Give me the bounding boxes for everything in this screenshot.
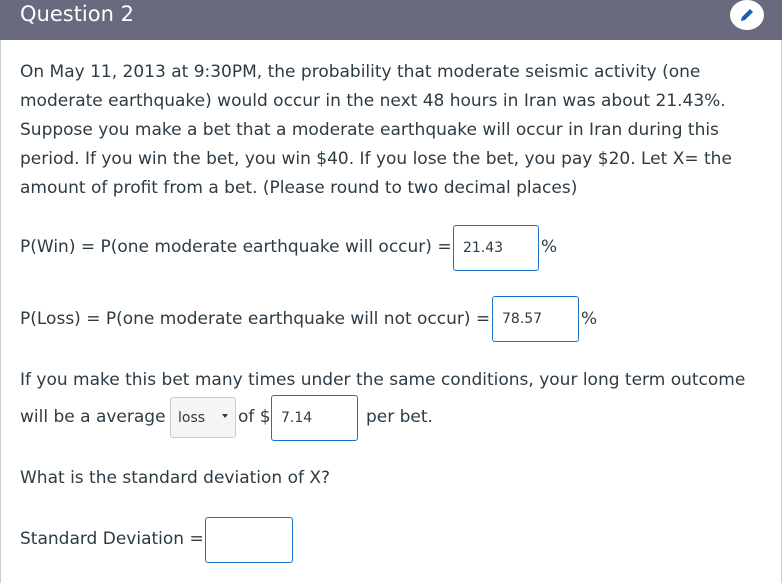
p-win-input[interactable]: 21.43 [453,225,539,271]
sd-question: What is the standard deviation of X? [20,468,331,488]
outcome-dropdown[interactable]: loss [170,397,236,438]
question-text: On May 11, 2013 at 9:30PM, the probabili… [20,58,760,203]
sd-input[interactable] [205,517,293,563]
question-header: Question 2 [0,0,782,40]
pencil-icon [741,9,753,21]
question-line: On May 11, 2013 at 9:30PM, the probabili… [20,62,701,82]
question-line: Suppose you make a bet that a moderate e… [20,120,719,140]
edit-button[interactable] [730,0,764,30]
sd-label: Standard Deviation = [20,529,204,549]
p-win-label: P(Win) = P(one moderate earthquake will … [20,237,452,257]
p-loss-label: P(Loss) = P(one moderate earthquake will… [20,309,491,329]
outcome-of-label: of $ [238,407,271,427]
outcome-text: If you make this bet many times under th… [20,370,746,390]
question-title: Question 2 [20,2,134,26]
p-win-percent: % [541,237,558,257]
question-line: moderate earthquake) would occur in the … [20,91,726,111]
question-line: amount of profit from a bet. (Please rou… [20,178,578,198]
question-line: period. If you win the bet, you win $40.… [20,149,732,169]
p-loss-percent: % [581,309,598,329]
outcome-prefix: will be a average [20,407,166,427]
outcome-dropdown-value: loss [178,409,206,426]
p-loss-input[interactable]: 78.57 [492,296,579,342]
chevron-down-icon [222,414,228,418]
average-amount-input[interactable]: 7.14 [271,395,358,441]
outcome-suffix: per bet. [366,407,433,427]
